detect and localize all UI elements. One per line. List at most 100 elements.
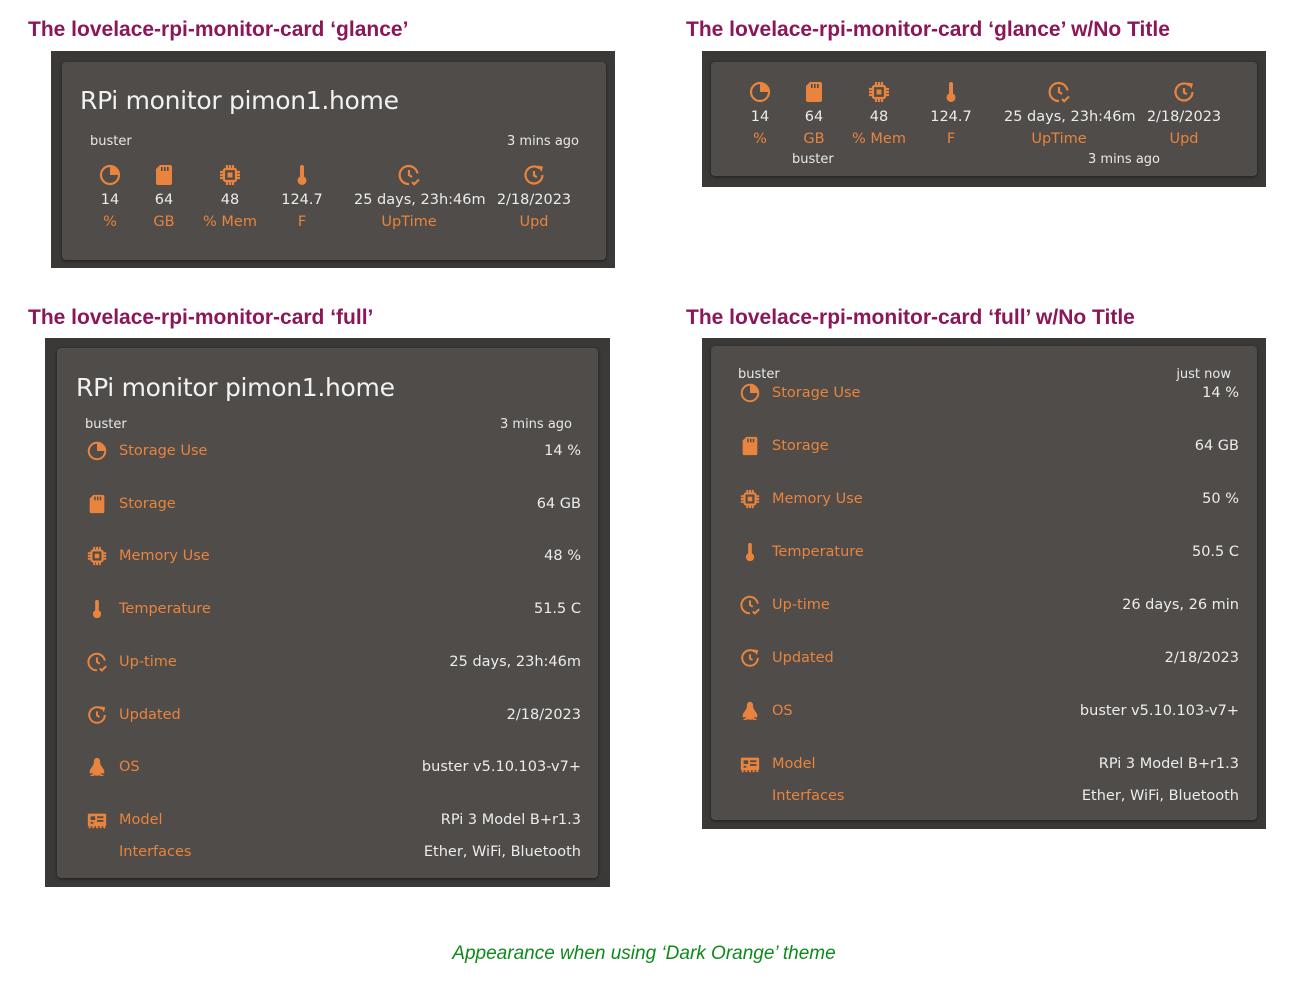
row-value: 50.5 C	[1191, 544, 1239, 560]
glance-item[interactable]: 25 days, 23h:46m UpTime	[1004, 80, 1136, 150]
row-value: 64 GB	[536, 495, 581, 512]
row-label: Model	[119, 811, 163, 828]
row-label: Memory Use	[119, 548, 210, 565]
row-label: Up-time	[119, 653, 177, 670]
sd-card-icon	[738, 434, 762, 458]
refresh-clock-icon	[85, 703, 109, 727]
info-row: Model RPi 3 Model B+r1.3	[85, 808, 581, 832]
glance-unit: F	[946, 131, 956, 147]
full-card-frame: RPi monitor pimon1.home buster 3 mins ag…	[45, 338, 610, 887]
os-name: buster	[738, 367, 780, 382]
row-value: buster v5.10.103-v7+	[421, 759, 581, 776]
info-row: Storage Use 14 %	[85, 439, 581, 463]
info-row: Storage 64 GB	[738, 434, 1239, 458]
heading-glance-no-title: The lovelace-rpi-monitor-card ‘glance’ w…	[686, 18, 1170, 41]
row-label: Storage	[119, 495, 176, 512]
info-row: Storage Use 14 %	[738, 381, 1239, 405]
row-icon-placeholder	[738, 784, 762, 808]
info-row: Interfaces Ether, WiFi, Bluetooth	[85, 840, 581, 864]
row-label: Temperature	[772, 544, 864, 560]
sd-card-icon	[85, 492, 109, 516]
glance-value: 124.7	[281, 192, 323, 208]
info-row: Memory Use 48 %	[85, 544, 581, 568]
info-row: Temperature 50.5 C	[738, 540, 1239, 564]
row-value: 2/18/2023	[1164, 650, 1239, 666]
heading-full-no-title: The lovelace-rpi-monitor-card ‘full’ w/N…	[686, 306, 1135, 329]
info-row: Up-time 26 days, 26 min	[738, 593, 1239, 617]
clock-check-icon	[1004, 80, 1114, 106]
row-icon-placeholder	[85, 840, 109, 864]
row-label: Updated	[772, 650, 834, 666]
info-row: Updated 2/18/2023	[85, 703, 581, 727]
row-label: Memory Use	[772, 491, 863, 507]
row-label: Storage	[772, 438, 829, 454]
refresh-clock-icon	[479, 163, 589, 189]
row-label: Updated	[119, 706, 181, 723]
info-row: Temperature 51.5 C	[85, 597, 581, 621]
glance-value: 2/18/2023	[1146, 109, 1222, 125]
glance-item[interactable]: 124.7 F	[247, 163, 357, 233]
last-updated: 3 mins ago	[500, 417, 572, 432]
info-row: Updated 2/18/2023	[738, 646, 1239, 670]
row-value: 50 %	[1202, 491, 1239, 507]
os-name: buster	[90, 134, 132, 149]
info-row: OS buster v5.10.103-v7+	[85, 755, 581, 779]
linux-penguin-icon	[738, 699, 762, 723]
glance-value: 25 days, 23h:46m	[354, 192, 486, 208]
last-updated: just now	[1176, 367, 1231, 382]
row-value: Ether, WiFi, Bluetooth	[1081, 788, 1239, 804]
row-label: Interfaces	[119, 843, 192, 860]
board-icon	[85, 808, 109, 832]
glance-card: RPi monitor pimon1.home buster 3 mins ag…	[62, 62, 606, 260]
thermometer-icon	[247, 163, 357, 189]
chip-icon	[738, 487, 762, 511]
card-title: RPi monitor pimon1.home	[80, 86, 399, 115]
board-icon	[738, 752, 762, 776]
glance-item[interactable]: 25 days, 23h:46m UpTime	[354, 163, 486, 233]
linux-penguin-icon	[85, 755, 109, 779]
row-value: RPi 3 Model B+r1.3	[440, 811, 581, 828]
storage-pie-icon	[738, 381, 762, 405]
row-label: Storage Use	[772, 385, 861, 401]
refresh-clock-icon	[738, 646, 762, 670]
glance-item[interactable]: 2/18/2023 Upd	[1129, 80, 1239, 150]
card-title: RPi monitor pimon1.home	[76, 373, 395, 402]
row-value: 2/18/2023	[506, 706, 581, 723]
glance-no-title-card-frame: 14% 64 GB 48% Mem 124.7 F 25 days, 23h:46m UpTi…	[702, 51, 1266, 187]
row-label: Temperature	[119, 601, 211, 618]
row-value: 26 days, 26 min	[1122, 597, 1239, 613]
glance-value: 25 days, 23h:46m	[1004, 109, 1136, 125]
glance-unit: UpTime	[381, 214, 437, 230]
os-name: buster	[85, 417, 127, 432]
row-value: RPi 3 Model B+r1.3	[1098, 756, 1239, 772]
full-no-title-card-frame: buster just now Storage Use 14 % Storage 64…	[702, 338, 1266, 829]
heading-full: The lovelace-rpi-monitor-card ‘full’	[28, 306, 374, 329]
info-row: Model RPi 3 Model B+r1.3	[738, 752, 1239, 776]
row-label: Storage Use	[119, 443, 208, 459]
row-value: 14 %	[1202, 385, 1239, 401]
clock-check-icon	[85, 650, 109, 674]
info-row: Memory Use 50 %	[738, 487, 1239, 511]
glance-unit: UpTime	[1031, 131, 1087, 147]
theme-caption: Appearance when using ‘Dark Orange’ them…	[452, 943, 836, 964]
row-value: 25 days, 23h:46m	[449, 653, 581, 670]
row-value: buster v5.10.103-v7+	[1079, 703, 1239, 719]
glance-item[interactable]: 2/18/2023 Upd	[479, 163, 589, 233]
clock-check-icon	[354, 163, 464, 189]
row-value: Ether, WiFi, Bluetooth	[423, 843, 581, 860]
heading-glance: The lovelace-rpi-monitor-card ‘glance’	[28, 18, 409, 41]
chip-icon	[85, 544, 109, 568]
info-row: OS buster v5.10.103-v7+	[738, 699, 1239, 723]
glance-item[interactable]: 124.7 F	[896, 80, 1006, 150]
full-no-title-card: buster just now Storage Use 14 % Storage 64…	[711, 346, 1257, 820]
row-label: Interfaces	[772, 788, 845, 804]
glance-card-frame: RPi monitor pimon1.home buster 3 mins ag…	[51, 51, 615, 268]
row-value: 51.5 C	[533, 601, 581, 618]
thermometer-icon	[896, 80, 1006, 106]
thermometer-icon	[85, 597, 109, 621]
info-row: Storage 64 GB	[85, 492, 581, 516]
row-label: OS	[119, 759, 140, 776]
glance-no-title-card: 14% 64 GB 48% Mem 124.7 F 25 days, 23h:46m UpTi…	[711, 62, 1257, 176]
full-card: RPi monitor pimon1.home buster 3 mins ag…	[57, 348, 598, 878]
row-value: 14 %	[544, 443, 581, 459]
